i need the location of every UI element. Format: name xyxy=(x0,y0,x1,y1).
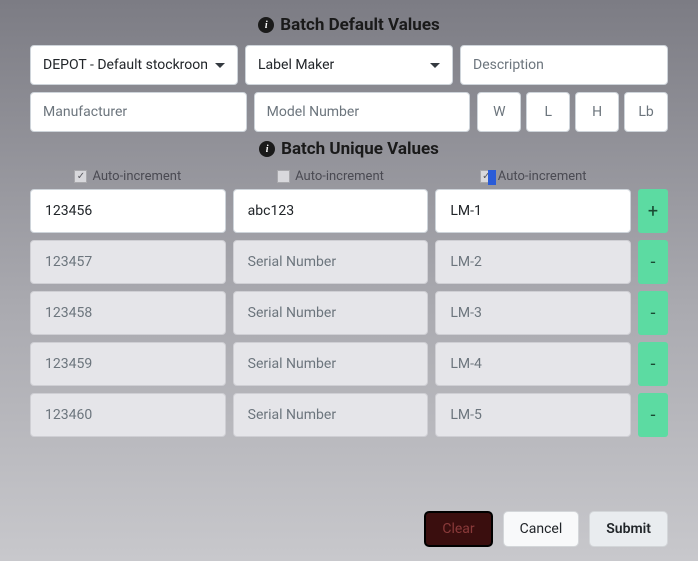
tag-cell: LM-5 xyxy=(435,393,631,437)
spacer xyxy=(638,169,668,184)
asset-id-cell: 123460 xyxy=(30,393,226,437)
section-title-text: Batch Unique Values xyxy=(281,139,439,159)
auto-label: Auto-increment xyxy=(92,169,181,184)
remove-row-button[interactable]: - xyxy=(638,342,668,386)
auto-label: Auto-increment xyxy=(498,169,587,184)
serial-input[interactable]: abc123 xyxy=(233,189,429,233)
info-icon: i xyxy=(259,141,275,157)
asset-id-cell: 123459 xyxy=(30,342,226,386)
cancel-button[interactable]: Cancel xyxy=(503,511,580,547)
caret-down-icon xyxy=(215,63,225,68)
auto-increment-col1[interactable]: Auto-increment xyxy=(30,169,226,184)
info-icon: i xyxy=(258,17,274,33)
remove-row-button[interactable]: - xyxy=(638,393,668,437)
auto-increment-col2[interactable]: Auto-increment xyxy=(233,169,429,184)
tag-cell: LM-2 xyxy=(435,240,631,284)
submit-button[interactable]: Submit xyxy=(589,511,668,547)
auto-increment-col3[interactable]: Auto-increment xyxy=(435,169,631,184)
serial-cell[interactable]: Serial Number xyxy=(233,240,429,284)
stockroom-select[interactable]: DEPOT - Default stockroom xyxy=(30,45,238,85)
height-field[interactable] xyxy=(575,92,619,132)
tag-cell: LM-3 xyxy=(435,291,631,335)
serial-cell[interactable]: Serial Number xyxy=(233,291,429,335)
remove-row-button[interactable]: - xyxy=(638,240,668,284)
batch-default-values-title: i Batch Default Values xyxy=(30,15,668,35)
model-number-field[interactable] xyxy=(254,92,471,132)
label-maker-value: Label Maker xyxy=(258,57,334,73)
clear-button[interactable]: Clear xyxy=(424,511,492,547)
auto-label: Auto-increment xyxy=(295,169,384,184)
stockroom-value: DEPOT - Default stockroom xyxy=(43,57,207,73)
serial-cell[interactable]: Serial Number xyxy=(233,342,429,386)
add-row-button[interactable]: + xyxy=(638,189,668,233)
description-field[interactable] xyxy=(460,45,668,85)
label-maker-select[interactable]: Label Maker xyxy=(245,45,453,85)
weight-field[interactable] xyxy=(624,92,668,132)
batch-unique-values-title: i Batch Unique Values xyxy=(30,139,668,159)
asset-id-input[interactable]: 123456 xyxy=(30,189,226,233)
checkbox-icon xyxy=(277,170,290,183)
checkbox-icon xyxy=(74,170,87,183)
section-title-text: Batch Default Values xyxy=(280,15,439,35)
asset-id-cell: 123457 xyxy=(30,240,226,284)
length-field[interactable] xyxy=(526,92,570,132)
manufacturer-field[interactable] xyxy=(30,92,247,132)
width-field[interactable] xyxy=(477,92,521,132)
selection-highlight xyxy=(488,170,496,185)
asset-id-cell: 123458 xyxy=(30,291,226,335)
tag-cell: LM-4 xyxy=(435,342,631,386)
tag-input[interactable]: LM-1 xyxy=(435,189,631,233)
serial-cell[interactable]: Serial Number xyxy=(233,393,429,437)
caret-down-icon xyxy=(430,63,440,68)
remove-row-button[interactable]: - xyxy=(638,291,668,335)
